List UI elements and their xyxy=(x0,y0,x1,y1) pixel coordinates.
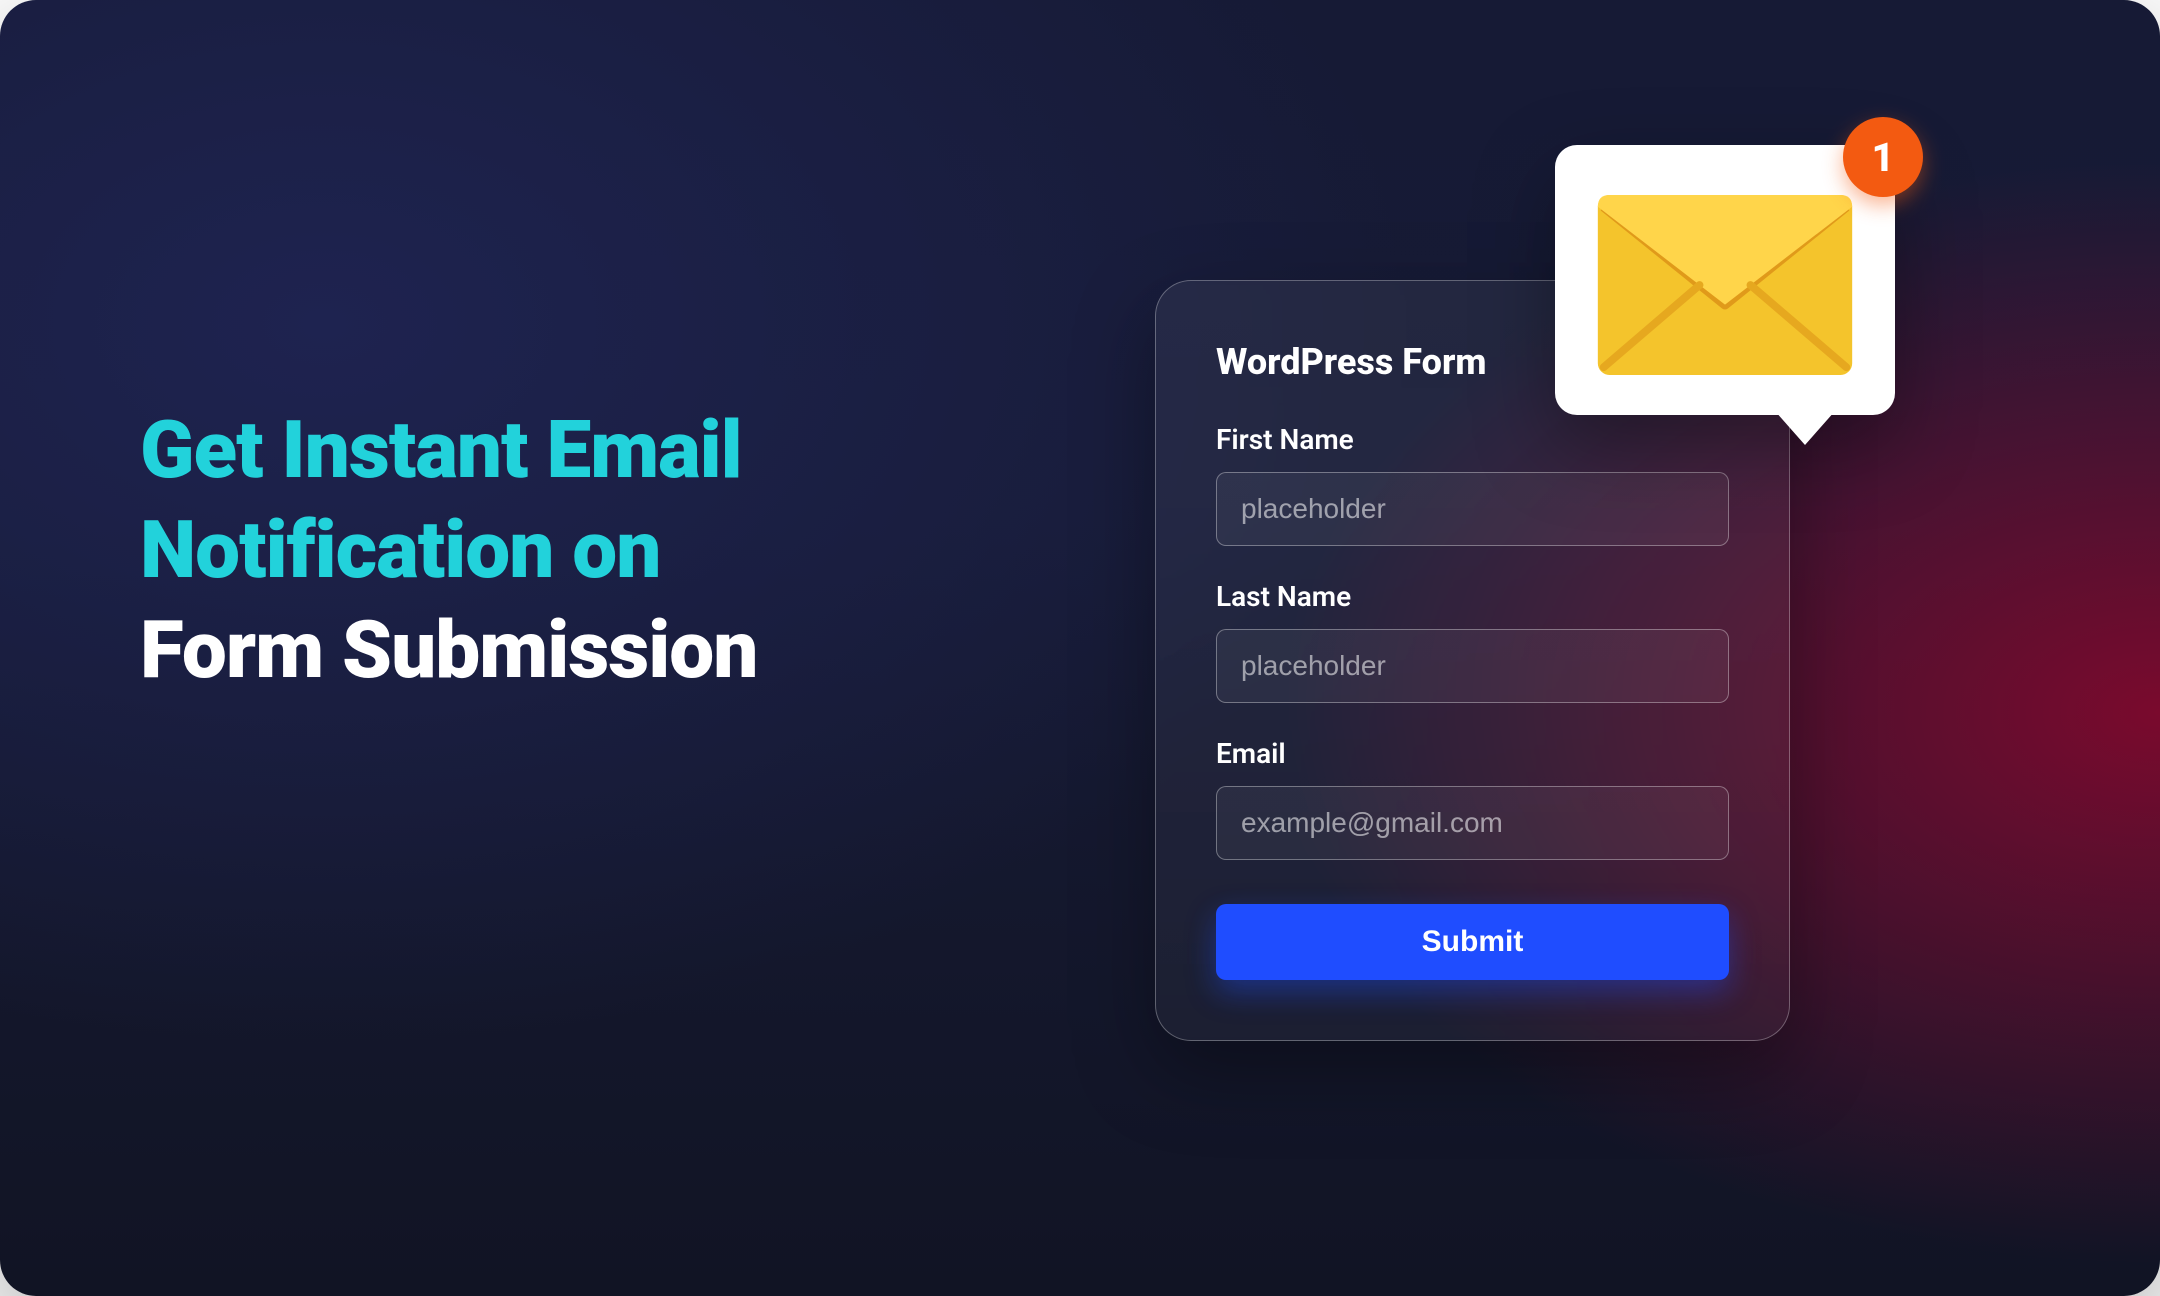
envelope-icon xyxy=(1598,195,1853,375)
notification-tile: 1 xyxy=(1555,145,1895,415)
hero-banner: Get Instant Email Notification on Form S… xyxy=(0,0,2160,1296)
headline: Get Instant Email Notification on Form S… xyxy=(140,400,1140,700)
notification-badge-count: 1 xyxy=(1871,134,1894,181)
email-input[interactable] xyxy=(1216,786,1729,860)
headline-line-1: Get Instant Email xyxy=(140,400,1140,500)
email-label: Email xyxy=(1216,737,1729,770)
first-name-label: First Name xyxy=(1216,423,1729,456)
submit-button[interactable]: Submit xyxy=(1216,904,1729,980)
last-name-label: Last Name xyxy=(1216,580,1729,613)
headline-line-3: Form Submission xyxy=(140,600,1140,700)
last-name-field: Last Name xyxy=(1216,580,1729,703)
headline-line-2: Notification on xyxy=(140,500,1140,600)
email-field: Email xyxy=(1216,737,1729,860)
last-name-input[interactable] xyxy=(1216,629,1729,703)
first-name-field: First Name xyxy=(1216,423,1729,546)
notification-badge: 1 xyxy=(1843,117,1923,197)
first-name-input[interactable] xyxy=(1216,472,1729,546)
